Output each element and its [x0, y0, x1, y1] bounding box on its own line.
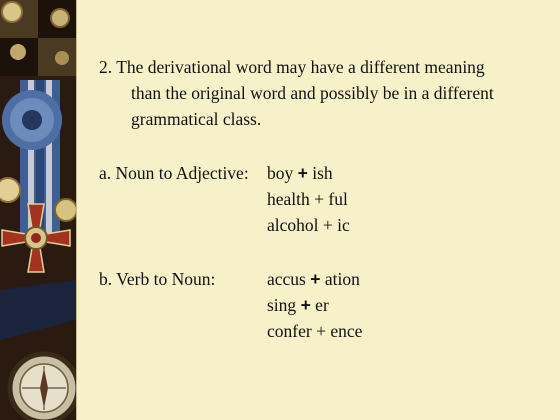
- example-suffix: ish: [312, 163, 333, 183]
- section-b-example-2: sing + er: [267, 294, 329, 316]
- example-suffix: er: [315, 295, 329, 315]
- example-base: boy: [267, 163, 294, 183]
- example-suffix: ence: [330, 321, 363, 341]
- plus-sign: +: [310, 269, 321, 289]
- example-base: confer: [267, 321, 312, 341]
- plus-sign: +: [300, 295, 311, 315]
- section-a-example-1: boy + ish: [267, 162, 333, 184]
- section-b-label: b. Verb to Noun:: [99, 269, 216, 289]
- point-2-line-1: 2. The derivational word may have a diff…: [99, 56, 485, 78]
- section-a-example-3: alcohol + ic: [267, 214, 350, 236]
- example-suffix: ful: [328, 189, 348, 209]
- example-base: health: [267, 189, 310, 209]
- plus-sign: +: [314, 189, 325, 209]
- example-base: sing: [267, 295, 297, 315]
- plus-sign: +: [297, 163, 308, 183]
- point-2-line-2: than the original word and possibly be i…: [131, 83, 494, 103]
- section-a-label: a. Noun to Adjective:: [99, 163, 249, 183]
- section-b-example-3: confer + ence: [267, 320, 362, 342]
- plus-sign: +: [322, 215, 333, 235]
- point-2-number: 2.: [99, 57, 113, 77]
- section-b-example-1: accus + ation: [267, 268, 360, 290]
- decorative-medal-sidebar: [0, 0, 76, 420]
- example-base: accus: [267, 269, 306, 289]
- section-a-example-2: health + ful: [267, 188, 348, 210]
- example-suffix: ation: [324, 269, 360, 289]
- slide: 2. The derivational word may have a diff…: [0, 0, 560, 420]
- sidebar-divider: [76, 0, 77, 420]
- example-suffix: ic: [337, 215, 350, 235]
- example-base: alcohol: [267, 215, 319, 235]
- point-2-line-3: grammatical class.: [131, 109, 262, 129]
- plus-sign: +: [316, 321, 326, 341]
- point-2-text-line-1: The derivational word may have a differe…: [116, 57, 485, 77]
